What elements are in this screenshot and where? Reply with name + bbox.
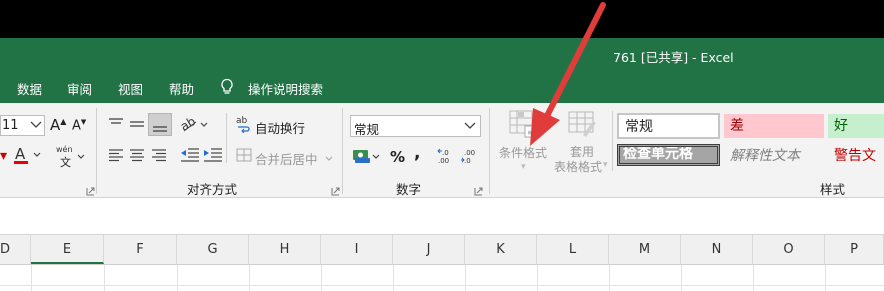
- svg-text:A: A: [15, 145, 26, 163]
- wrap-text-button[interactable]: 自动换行: [255, 118, 305, 137]
- ribbon: 11 A▲ A▼ ▾ A wén 文 ab ab 自动换行 合并后居中 对齐方式…: [0, 103, 884, 197]
- column-header-g[interactable]: G: [177, 235, 249, 264]
- fill-color-chevron-icon[interactable]: ▾: [0, 148, 7, 164]
- column-header-row: D E F G H I J K L M N O P: [0, 235, 884, 265]
- formula-bar[interactable]: [0, 197, 884, 235]
- merge-center-button[interactable]: 合并后居中: [255, 149, 318, 168]
- svg-text:≡: ≡: [527, 128, 534, 137]
- separator: [226, 113, 227, 163]
- wrap-text-icon[interactable]: ab: [236, 115, 252, 136]
- conditional-format-button[interactable]: 条件格式: [499, 144, 547, 161]
- orientation-icon[interactable]: ab: [178, 114, 210, 136]
- svg-text:.00: .00: [464, 149, 475, 157]
- tab-help[interactable]: 帮助: [169, 79, 194, 98]
- styles-group-label: 样式: [820, 182, 846, 197]
- tab-review[interactable]: 审阅: [67, 79, 92, 98]
- column-header-j[interactable]: J: [393, 235, 465, 264]
- chevron-down-icon: ▾: [521, 162, 526, 172]
- column-header-k[interactable]: K: [465, 235, 537, 264]
- separator: [342, 108, 343, 194]
- increase-font-icon[interactable]: A▲: [50, 116, 66, 134]
- column-header-o[interactable]: O: [753, 235, 825, 264]
- style-bad[interactable]: 差: [724, 114, 824, 138]
- style-good[interactable]: 好: [828, 114, 884, 138]
- align-center-icon[interactable]: [128, 148, 146, 165]
- phonetic-wen-label[interactable]: wén: [56, 145, 73, 154]
- style-warning[interactable]: 警告文: [828, 144, 884, 168]
- chevron-down-icon: ▾: [603, 160, 608, 170]
- percent-style-button[interactable]: %: [390, 148, 405, 166]
- chevron-down-icon: [76, 150, 86, 164]
- phonetic-wen-char[interactable]: 文: [60, 154, 71, 170]
- svg-text:.0: .0: [464, 157, 471, 165]
- chevron-down-icon: [29, 117, 43, 136]
- column-header-i[interactable]: I: [321, 235, 393, 264]
- tab-view[interactable]: 视图: [118, 79, 143, 98]
- increase-decimal-icon[interactable]: .0.00: [437, 147, 455, 168]
- decrease-decimal-icon[interactable]: .00.0: [460, 147, 478, 168]
- font-color-icon[interactable]: A: [14, 145, 44, 168]
- svg-text:ab: ab: [236, 116, 248, 126]
- column-header-n[interactable]: N: [681, 235, 753, 264]
- align-right-icon[interactable]: [150, 148, 168, 165]
- style-normal[interactable]: 常规: [617, 113, 720, 139]
- align-top-icon[interactable]: [107, 117, 125, 134]
- font-size-value: 11: [2, 118, 19, 133]
- alignment-group-label: 对齐方式: [187, 182, 238, 197]
- chevron-down-icon: [463, 119, 477, 136]
- decrease-font-icon[interactable]: A▼: [72, 118, 86, 133]
- column-header-f[interactable]: F: [104, 235, 177, 264]
- tell-me-search[interactable]: 操作说明搜索: [248, 79, 323, 98]
- align-bottom-button[interactable]: [148, 113, 172, 136]
- top-black-band: [0, 0, 884, 38]
- accounting-format-icon[interactable]: [352, 147, 382, 168]
- separator: [489, 108, 490, 194]
- column-header-p[interactable]: P: [825, 235, 884, 264]
- document-title: 761 [已共享] - Excel: [613, 50, 734, 65]
- menu-bar: 数据 审阅 视图 帮助 操作说明搜索: [0, 72, 884, 103]
- chevron-down-icon: [324, 152, 334, 166]
- column-header-e[interactable]: E: [31, 235, 104, 264]
- cell-grid[interactable]: [0, 265, 884, 291]
- align-left-icon[interactable]: [107, 148, 125, 165]
- svg-text:.0: .0: [442, 149, 449, 157]
- column-header-l[interactable]: L: [537, 235, 609, 264]
- svg-text:ab: ab: [180, 115, 198, 133]
- font-size-select[interactable]: 11: [0, 115, 45, 136]
- separator: [612, 111, 613, 171]
- column-header-d[interactable]: D: [0, 235, 31, 264]
- merge-center-icon[interactable]: [236, 148, 252, 165]
- lightbulb-icon[interactable]: [220, 78, 234, 99]
- number-format-value: 常规: [354, 122, 380, 137]
- svg-text:.00: .00: [438, 157, 449, 165]
- align-middle-icon[interactable]: [128, 117, 146, 134]
- column-header-h[interactable]: H: [249, 235, 321, 264]
- title-bar: 761 [已共享] - Excel: [0, 38, 884, 72]
- increase-indent-icon[interactable]: [203, 147, 223, 166]
- tab-data[interactable]: 数据: [17, 79, 42, 98]
- style-check-cell[interactable]: 检查单元格: [617, 144, 720, 166]
- number-format-select[interactable]: 常规: [350, 115, 481, 137]
- table-format-icon[interactable]: [567, 109, 599, 142]
- decrease-indent-icon[interactable]: [180, 147, 200, 166]
- conditional-format-icon[interactable]: ≡: [508, 109, 540, 142]
- style-explanatory[interactable]: 解释性文本: [724, 144, 824, 168]
- comma-style-button[interactable]: ,: [414, 143, 420, 163]
- number-group-label: 数字: [396, 182, 422, 197]
- column-header-m[interactable]: M: [609, 235, 681, 264]
- table-format-label-2[interactable]: 表格格式: [554, 158, 602, 175]
- separator: [96, 108, 97, 194]
